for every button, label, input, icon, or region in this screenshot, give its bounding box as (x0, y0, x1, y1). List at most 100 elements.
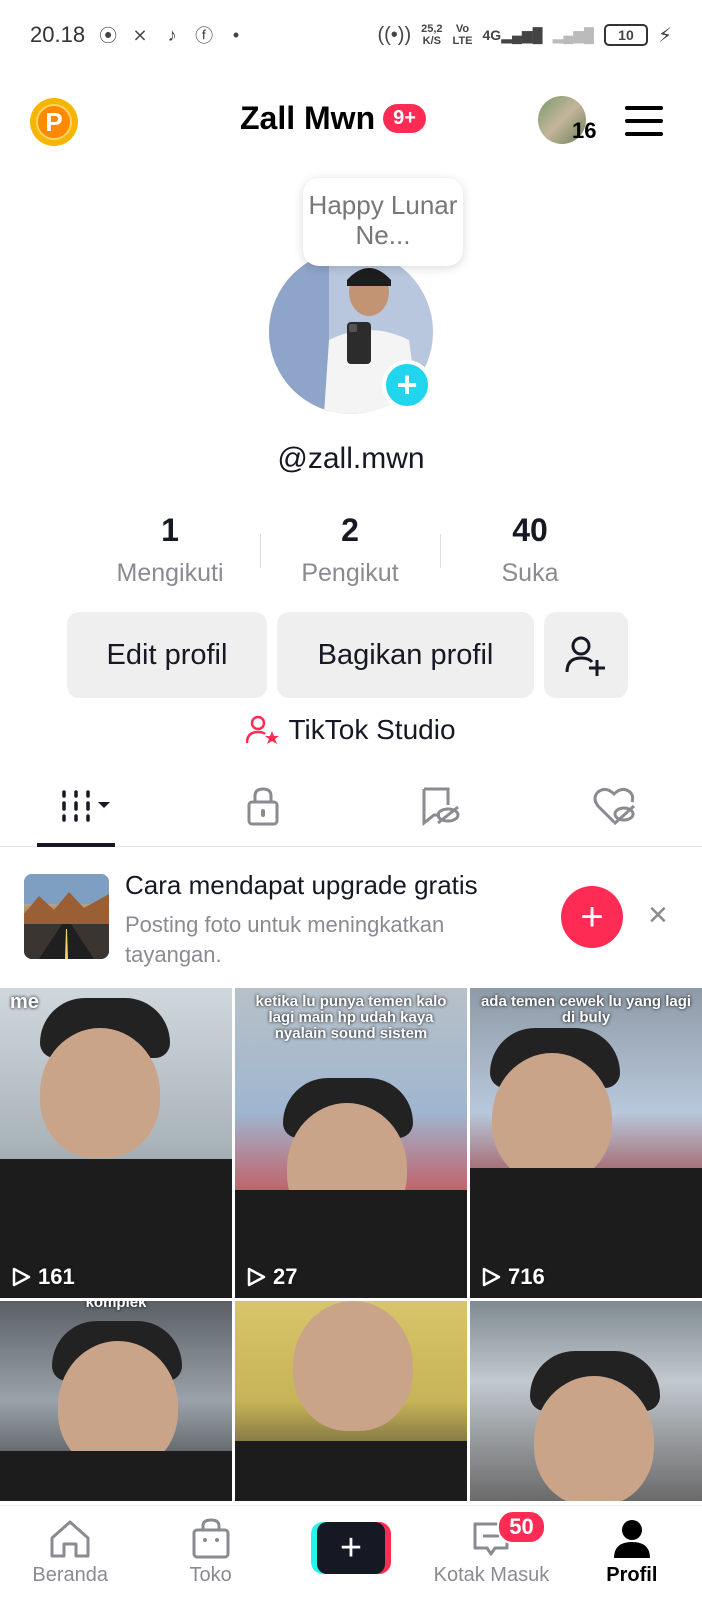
volte-indicator: Vo LTE (453, 23, 473, 47)
video-thumbnail[interactable]: me 161 (0, 988, 232, 1298)
create-button[interactable]: + (311, 1522, 392, 1574)
profile-stats: 1 Mengikuti 2 Pengikut 40 Suka (80, 512, 620, 588)
plus-icon: + (317, 1522, 386, 1574)
signal-4g-icon: 4G▂▄▆█ (482, 26, 543, 43)
stat-followers-label: Pengikut (301, 559, 399, 587)
share-profile-button[interactable]: Bagikan profil (277, 612, 534, 698)
nav-inbox-label: Kotak Masuk (433, 1564, 550, 1586)
promo-thumbnail (24, 874, 109, 959)
video-caption: komplek (85, 1301, 147, 1311)
repost-hidden-icon (422, 787, 460, 826)
edit-profile-button[interactable]: Edit profil (67, 612, 267, 698)
upgrade-promo-card[interactable]: Cara mendapat upgrade gratis Posting fot… (0, 848, 702, 988)
friends-count: 16 (572, 118, 597, 143)
inbox-badge: 50 (497, 1510, 546, 1544)
profile-header: P Zall Mwn 9+ 16 (0, 92, 702, 152)
shop-bag-icon (192, 1518, 230, 1559)
stat-likes-value: 40 (512, 512, 548, 548)
promo-subtitle: Posting foto untuk meningkatkan tayangan… (125, 912, 445, 967)
video-caption: me (10, 991, 39, 1013)
add-friend-icon (565, 636, 605, 676)
status-bubble[interactable]: Happy Lunar Ne... (303, 178, 463, 266)
video-views: 27 (245, 1264, 297, 1290)
account-switcher[interactable]: Zall Mwn 9+ (240, 100, 426, 137)
net-rate-unit: K/S (422, 35, 441, 47)
nav-shop-label: Toko (189, 1564, 232, 1586)
promo-title: Cara mendapat upgrade gratis (125, 870, 478, 900)
tab-private[interactable] (176, 765, 352, 846)
status-bar: 20.18 ⦿ ⨯ ♪ ⓕ • ((•)) 25,2 K/S Vo LTE 4G… (0, 0, 702, 70)
stat-followers-value: 2 (341, 512, 359, 548)
liked-hidden-icon (593, 787, 636, 825)
tab-liked[interactable] (527, 765, 702, 846)
studio-label: TikTok Studio (288, 714, 456, 745)
video-thumbnail[interactable] (235, 1301, 467, 1501)
net-rate: 25,2 K/S (421, 23, 442, 47)
nav-profile-label: Profil (606, 1564, 658, 1586)
menu-icon[interactable] (625, 106, 663, 136)
nav-inbox[interactable]: 50 Kotak Masuk (421, 1506, 561, 1600)
tiktok-studio-link[interactable]: TikTok Studio (0, 714, 702, 746)
video-view-count: 716 (508, 1264, 545, 1289)
hotspot-icon: ((•)) (377, 23, 412, 46)
videos-grid-icon (62, 789, 110, 822)
volte-top: Vo (455, 23, 470, 35)
video-thumbnail[interactable]: ada temen cewek lu yang lagi di buly 716 (470, 988, 702, 1298)
status-right: ((•)) 25,2 K/S Vo LTE 4G▂▄▆█ ▂▄▆█ 10 ⚡ (377, 23, 672, 48)
add-friend-button[interactable] (544, 612, 628, 698)
content-tabs (0, 765, 702, 847)
signal-sim2-icon: ▂▄▆█ (552, 26, 594, 43)
video-view-count: 161 (38, 1264, 75, 1289)
nav-create[interactable]: + (281, 1506, 421, 1600)
nav-shop[interactable]: Toko (140, 1506, 280, 1600)
status-notification-icons: ⦿ ⨯ ♪ ⓕ • (97, 24, 247, 47)
video-thumbnail[interactable]: komplek (0, 1301, 232, 1501)
coin-button[interactable]: P (30, 98, 78, 146)
charging-icon: ⚡ (657, 24, 672, 47)
username: @zall.mwn (277, 442, 425, 475)
page-title: Zall Mwn (240, 100, 376, 136)
video-thumbnail[interactable]: ketika lu punya temen kalo lagi main hp … (235, 988, 467, 1298)
video-thumbnail[interactable] (470, 1301, 702, 1501)
nav-home[interactable]: Beranda (0, 1506, 140, 1600)
nav-profile[interactable]: Profil (562, 1506, 702, 1600)
profile-actions: Edit profil Bagikan profil (67, 612, 628, 698)
add-avatar-button[interactable]: + (382, 360, 432, 410)
volte-bottom: LTE (452, 35, 473, 47)
stat-likes[interactable]: 40 Suka (440, 512, 620, 588)
lock-icon (247, 786, 279, 825)
play-icon (482, 1267, 501, 1287)
status-time: 20.18 (30, 22, 86, 47)
battery-icon: 10 (603, 24, 648, 46)
video-caption: ketika lu punya temen kalo lagi main hp … (255, 993, 447, 1042)
tab-reposts[interactable] (351, 765, 527, 846)
more-dot-icon: • (232, 24, 240, 45)
profile-icon (613, 1520, 650, 1558)
notification-badge: 9+ (383, 104, 426, 133)
tab-videos[interactable] (0, 765, 176, 847)
capcut-icon: ⨯ (132, 24, 148, 45)
close-icon[interactable]: × (648, 898, 668, 932)
video-caption: ada temen cewek lu yang lagi di buly (480, 993, 692, 1026)
video-views: 161 (10, 1264, 75, 1290)
stat-following-label: Mengikuti (116, 559, 224, 587)
play-icon (247, 1267, 266, 1287)
promo-add-button[interactable]: + (561, 886, 623, 948)
stat-likes-label: Suka (501, 559, 559, 587)
signal-4g-label: 4G (482, 26, 502, 43)
facebook-icon: ⓕ (195, 26, 214, 46)
coin-icon: P (36, 104, 72, 140)
bottom-nav: Beranda Toko + 50 Kotak Masuk Profil (0, 1505, 702, 1600)
battery-level: 10 (618, 27, 634, 43)
home-icon (50, 1520, 90, 1558)
video-views: 716 (480, 1264, 545, 1290)
stat-following[interactable]: 1 Mengikuti (80, 512, 260, 588)
stat-following-value: 1 (161, 512, 179, 548)
record-icon: ⦿ (99, 26, 118, 46)
nav-home-label: Beranda (32, 1564, 109, 1586)
play-icon (12, 1267, 31, 1287)
studio-icon (246, 715, 280, 744)
road-image (24, 874, 109, 959)
net-rate-value: 25,2 (421, 23, 443, 35)
stat-followers[interactable]: 2 Pengikut (260, 512, 440, 588)
